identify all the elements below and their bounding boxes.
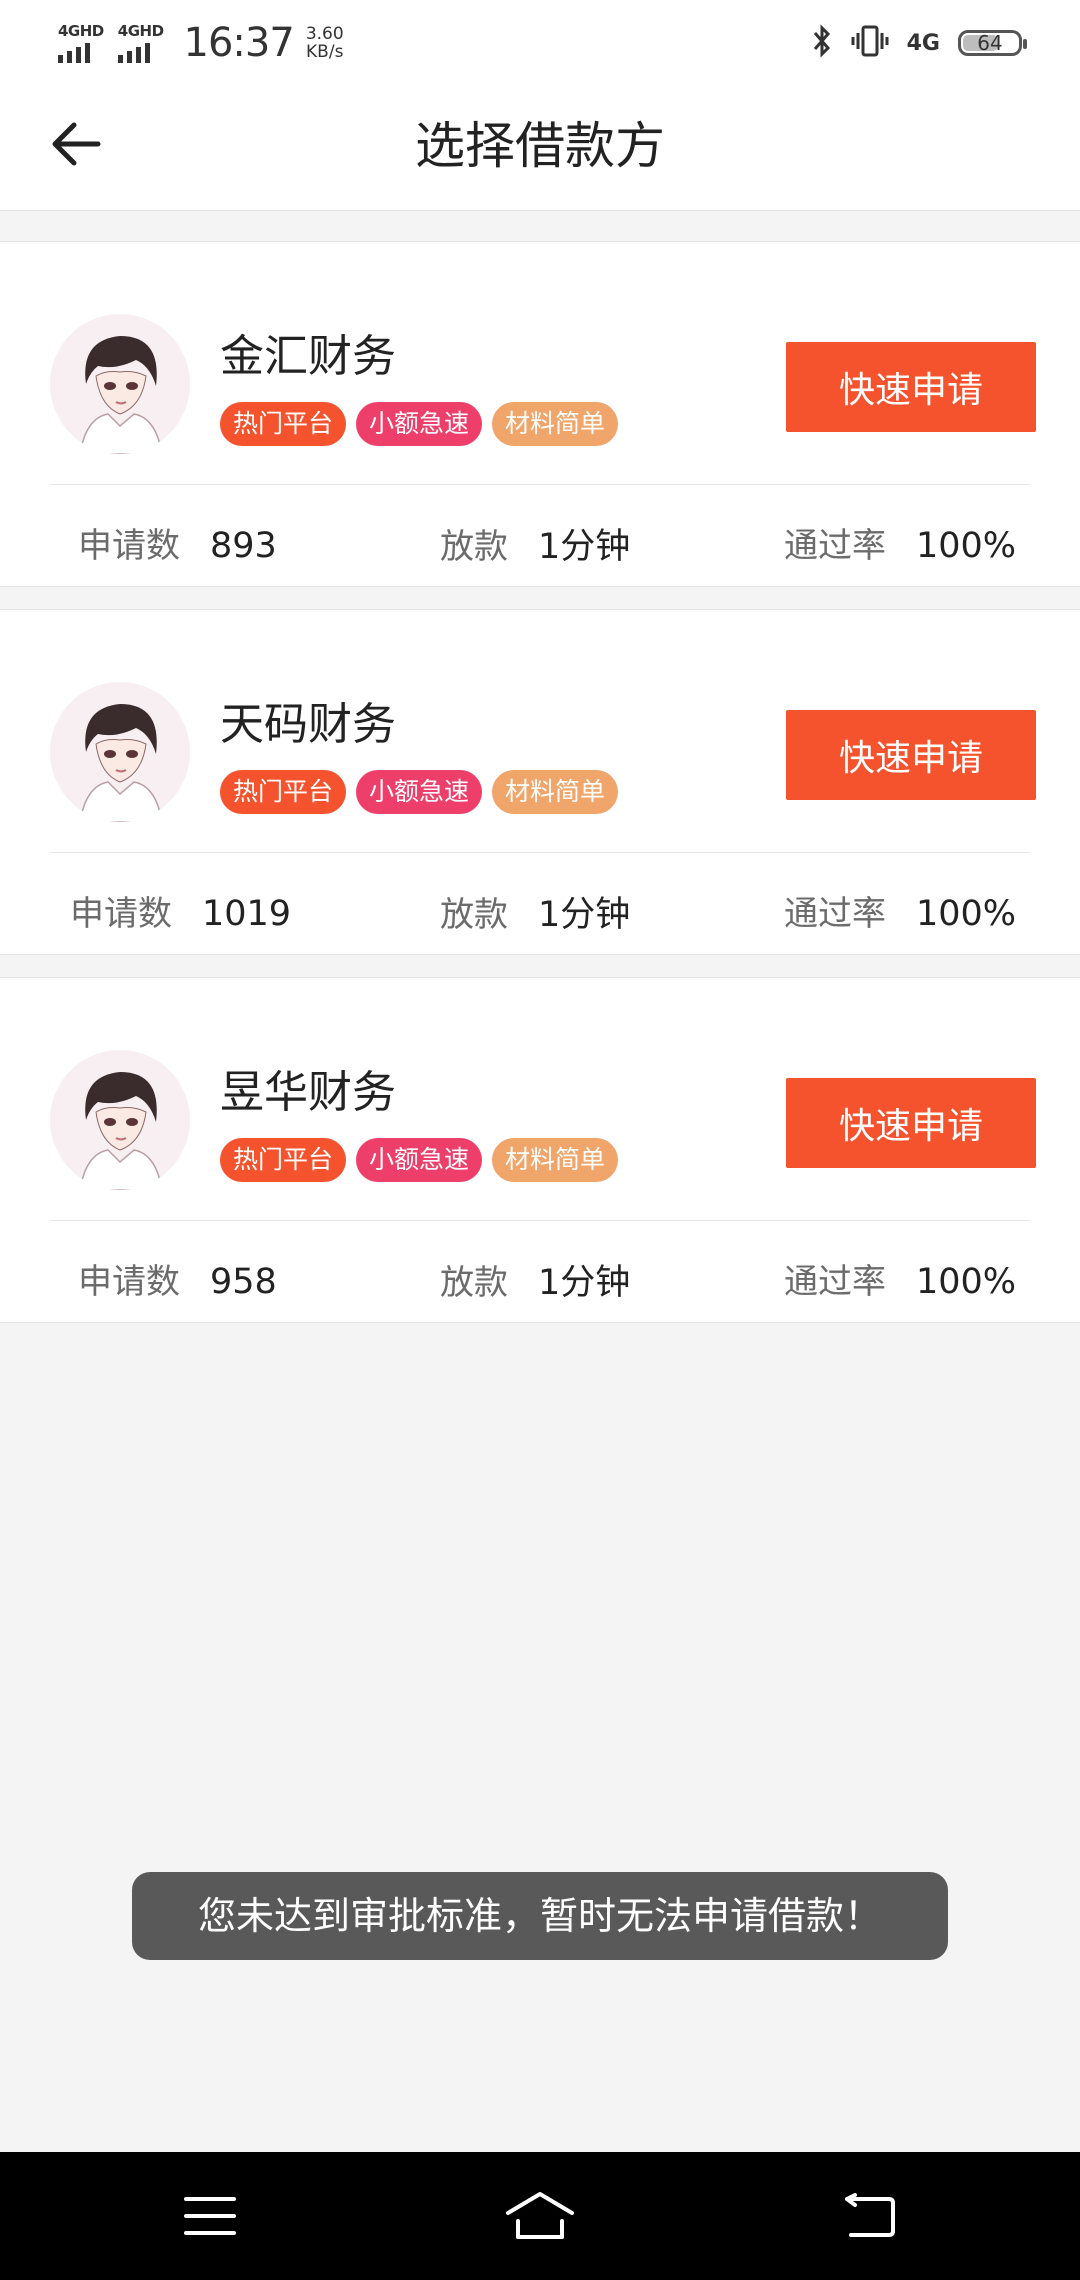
stat-loan-time: 放款 1分钟 [440, 1263, 631, 1303]
stat-applications: 申请数 1019 [70, 894, 292, 934]
toast-message: 您未达到审批标准，暂时无法申请借款！ [132, 1872, 948, 1960]
lender-tags: 热门平台 小额急速 材料简单 [220, 402, 619, 446]
home-icon [506, 2192, 574, 2239]
lender-card: 天码财务热门平台 小额急速 材料简单 快速申请申请数 1019 放款 1分钟 通过率 100% [0, 609, 1080, 955]
lender-name: 昱华财务 [220, 1067, 396, 1118]
stat-pass-rate: 通过率 100% [784, 894, 1017, 934]
bluetooth-icon [811, 24, 833, 62]
tag-badge: 小额急速 [356, 1138, 483, 1182]
lender-tags: 热门平台 小额急速 材料简单 [220, 1138, 619, 1182]
stat-applications: 申请数 958 [78, 1262, 277, 1302]
signal-icon: 4GHD [58, 23, 104, 63]
stat-loan-time: 放款 1分钟 [440, 527, 631, 567]
lender-name: 金汇财务 [220, 331, 396, 382]
tag-badge: 材料简单 [492, 1138, 619, 1182]
lender-name: 天码财务 [220, 699, 396, 750]
stat-pass-rate: 通过率 100% [784, 1262, 1017, 1302]
vibrate-icon [851, 24, 889, 62]
stat-pass-rate: 通过率 100% [784, 526, 1017, 566]
lender-avatar [50, 682, 190, 822]
quick-apply-button[interactable]: 快速申请 [786, 1078, 1036, 1168]
status-bar: 4GHD 4GHD 16:37 3.60 KB/s 4G 64 [0, 0, 1080, 82]
divider [50, 852, 1030, 853]
menu-button[interactable] [170, 2176, 250, 2256]
home-button[interactable] [500, 2176, 580, 2256]
network-type: 4G [906, 30, 940, 56]
battery-icon: 64 [958, 30, 1027, 56]
back-icon [845, 2193, 895, 2237]
tag-badge: 小额急速 [356, 770, 483, 814]
lender-avatar [50, 314, 190, 454]
tag-badge: 小额急速 [356, 402, 483, 446]
network-speed: 3.60 KB/s [305, 24, 344, 62]
clock: 16:37 [183, 20, 295, 66]
quick-apply-button[interactable]: 快速申请 [786, 342, 1036, 432]
app-header: 选择借款方 [0, 82, 1080, 211]
menu-icon [184, 2197, 236, 2235]
lender-card: 金汇财务热门平台 小额急速 材料简单 快速申请申请数 893 放款 1分钟 通过率 100% [0, 241, 1080, 587]
stat-loan-time: 放款 1分钟 [440, 895, 631, 935]
tag-badge: 热门平台 [220, 402, 347, 446]
lender-avatar [50, 1050, 190, 1190]
stat-applications: 申请数 893 [78, 526, 277, 566]
tag-badge: 热门平台 [220, 1138, 347, 1182]
page-title: 选择借款方 [415, 117, 665, 175]
tag-badge: 材料简单 [492, 402, 619, 446]
divider [50, 1220, 1030, 1221]
signal-icon: 4GHD [117, 23, 164, 63]
divider [50, 484, 1030, 485]
tag-badge: 热门平台 [220, 770, 347, 814]
system-nav-bar [0, 2152, 1080, 2280]
quick-apply-button[interactable]: 快速申请 [786, 710, 1036, 800]
tag-badge: 材料简单 [492, 770, 619, 814]
lender-tags: 热门平台 小额急速 材料简单 [220, 770, 619, 814]
lender-card: 昱华财务热门平台 小额急速 材料简单 快速申请申请数 958 放款 1分钟 通过率 100% [0, 977, 1080, 1323]
back-nav-button[interactable] [830, 2176, 910, 2256]
